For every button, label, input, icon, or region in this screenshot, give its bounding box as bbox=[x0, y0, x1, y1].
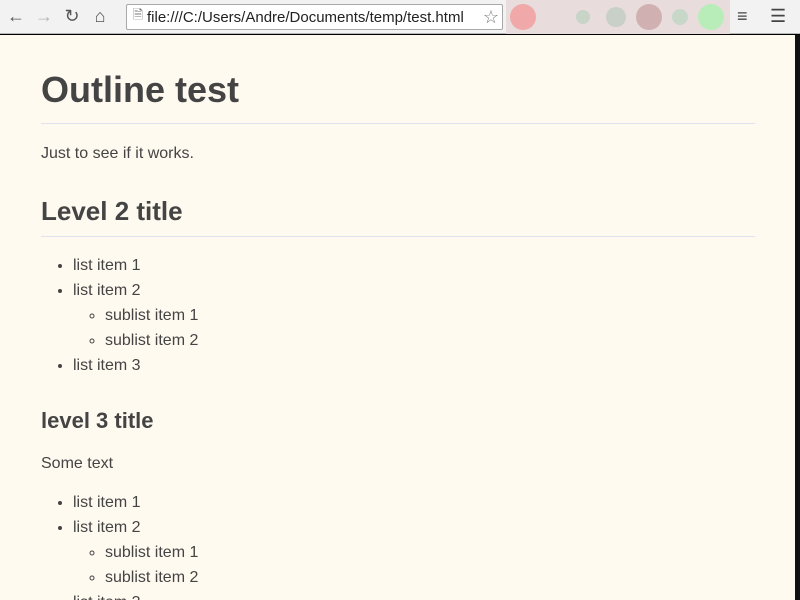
list-1: list item 1 list item 2 sublist item 1 s… bbox=[41, 253, 755, 378]
address-bar[interactable]: 🗎 file:///C:/Users/Andre/Documents/temp/… bbox=[126, 4, 503, 30]
page-title: Outline test bbox=[41, 69, 755, 124]
list-item: list item 1 bbox=[73, 253, 755, 278]
page-icon: 🗎 bbox=[132, 7, 144, 22]
menu-icon[interactable]: ☰ bbox=[770, 6, 786, 27]
list-item: list item 3 bbox=[73, 590, 755, 600]
forward-arrow-icon[interactable]: → bbox=[32, 5, 56, 29]
browser-toolbar: ← → ↻ ⌂ 🗎 file:///C:/Users/Andre/Documen… bbox=[0, 0, 800, 34]
level2-heading: Level 2 title bbox=[41, 196, 755, 237]
home-icon[interactable]: ⌂ bbox=[88, 5, 112, 29]
url-text[interactable]: file:///C:/Users/Andre/Documents/temp/te… bbox=[147, 9, 480, 26]
list-2: list item 1 list item 2 sublist item 1 s… bbox=[41, 490, 755, 600]
star-icon[interactable]: ☆ bbox=[480, 7, 502, 28]
reader-icon[interactable]: ≡ bbox=[737, 6, 748, 27]
sublist-item: sublist item 2 bbox=[105, 328, 755, 353]
list-item: list item 2 sublist item 1 sublist item … bbox=[73, 515, 755, 590]
sublist-item: sublist item 1 bbox=[105, 540, 755, 565]
background-window-edge bbox=[795, 35, 800, 600]
list-item: list item 2 sublist item 1 sublist item … bbox=[73, 278, 755, 353]
page-viewport: Outline test Just to see if it works. Le… bbox=[0, 35, 795, 600]
sublist-item: sublist item 2 bbox=[105, 565, 755, 590]
list-item: list item 1 bbox=[73, 490, 755, 515]
extension-area bbox=[506, 0, 730, 34]
list-item: list item 3 bbox=[73, 353, 755, 378]
sublist-item: sublist item 1 bbox=[105, 303, 755, 328]
level3-heading: level 3 title bbox=[41, 408, 154, 433]
intro-text: Just to see if it works. bbox=[41, 145, 194, 162]
some-text: Some text bbox=[41, 455, 114, 472]
reload-icon[interactable]: ↻ bbox=[60, 5, 84, 29]
back-arrow-icon[interactable]: ← bbox=[4, 5, 28, 29]
